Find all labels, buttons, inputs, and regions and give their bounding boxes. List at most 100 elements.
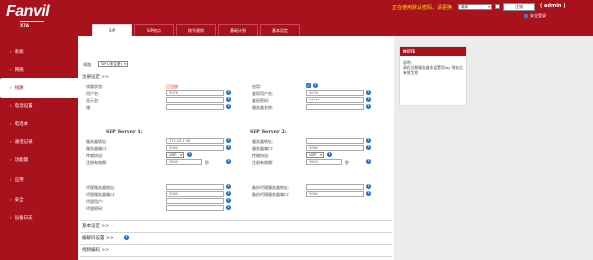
help-icon[interactable]: ?	[366, 97, 371, 102]
sidebar-item-phonebook[interactable]: › 电话本	[0, 114, 78, 134]
proxy-port-field[interactable]: 5060	[166, 191, 224, 197]
help-icon[interactable]: ?	[226, 205, 231, 210]
sidebar-item-applications[interactable]: › 应用	[0, 170, 78, 190]
sip2-port-field[interactable]: 5060	[306, 145, 364, 151]
server-name-label: 服务器名称:	[252, 105, 274, 110]
chevron-right-icon: ›	[10, 197, 12, 202]
divider	[80, 244, 392, 245]
chevron-right-icon: ›	[10, 157, 12, 162]
help-icon[interactable]: ?	[226, 184, 231, 189]
sidebar-item-system[interactable]: › 系统	[0, 42, 78, 62]
note-title: NOTE	[400, 47, 466, 56]
help-icon[interactable]: ?	[366, 191, 371, 196]
sip2-address-label: 服务器地址:	[252, 139, 274, 144]
username-label: 用户名:	[86, 91, 100, 96]
note-text: 请在注册服务器本设置项lay 保存后有效生效	[403, 65, 463, 75]
register-settings-header[interactable]: 注册设定 >>	[82, 74, 109, 80]
help-icon[interactable]: ?	[226, 198, 231, 203]
main-panel: 线路 SIP1(未注册) ▾ 注册设定 >> 线路状态: 已注册 用户名: 507…	[78, 36, 394, 260]
secure-login-toggle[interactable]: 安全登录	[524, 13, 546, 19]
sip1-port-field[interactable]: 5060	[166, 145, 224, 151]
proxy-address-label: 代理服务器地址:	[86, 185, 116, 190]
sidebar-item-label: 电话本	[14, 122, 29, 127]
sip2-port-label: 服务器端口:	[252, 146, 274, 151]
sidebar-item-function-keys[interactable]: › 功能键	[0, 150, 78, 170]
help-icon[interactable]: ?	[226, 90, 231, 95]
save-icon[interactable]	[495, 4, 500, 9]
divider	[80, 220, 392, 221]
tab-sip-hotspot[interactable]: SIP热点	[134, 24, 174, 36]
help-icon[interactable]: ?	[226, 191, 231, 196]
line-label: 线路	[83, 62, 91, 67]
help-icon[interactable]: ?	[366, 104, 371, 109]
sidebar-item-network[interactable]: › 网络	[0, 60, 78, 80]
sidebar-item-security[interactable]: › 安全	[0, 190, 78, 210]
help-icon[interactable]: ?	[366, 184, 371, 189]
proxy-user-field[interactable]	[166, 198, 224, 204]
sidebar-item-label: 线路	[14, 86, 24, 91]
sidebar-item-phone-settings[interactable]: › 电话设置	[0, 96, 78, 116]
help-icon[interactable]: ?	[226, 138, 231, 143]
help-icon[interactable]: ?	[366, 90, 371, 95]
codec-settings-header[interactable]: 编解码设置 >>	[82, 235, 113, 241]
realm-field[interactable]	[166, 104, 224, 110]
default-password-warning[interactable]: 正在使用默认密码，请更换	[392, 4, 452, 11]
help-icon[interactable]: ?	[226, 145, 231, 150]
help-icon[interactable]: ?	[366, 138, 371, 143]
sip2-transport-select[interactable]: UDP ▾	[306, 152, 324, 158]
logout-button[interactable]: 注销	[503, 3, 535, 11]
sidebar-item-call-log[interactable]: › 通话记录	[0, 132, 78, 152]
tab-sip[interactable]: SIP	[92, 24, 132, 36]
language-select[interactable]: 简体 ▾	[458, 4, 492, 10]
backup-proxy-port-label: 备份代理服务器端口:	[252, 192, 290, 197]
display-name-field[interactable]	[166, 97, 224, 103]
enable-checkbox[interactable]: ✓	[306, 83, 311, 88]
chevron-down-icon: ▾	[180, 153, 182, 157]
help-icon[interactable]: ?	[226, 104, 231, 109]
sip1-expires-unit: 秒	[205, 160, 209, 165]
secure-login-label: 安全登录	[530, 13, 546, 18]
sip1-address-field[interactable]: 172.16.1.36	[166, 138, 224, 144]
checkbox-icon[interactable]	[524, 14, 528, 18]
basic-settings-header[interactable]: 基本设定 >>	[82, 223, 109, 229]
chevron-right-icon: ›	[10, 85, 12, 90]
help-icon[interactable]: ?	[226, 97, 231, 102]
sip2-address-field[interactable]	[306, 138, 364, 144]
backup-proxy-port-field[interactable]: 5060	[306, 191, 364, 197]
auth-password-field[interactable]: •••••	[306, 97, 364, 103]
display-name-label: 显示名:	[86, 98, 100, 103]
sidebar-item-line[interactable]: › 线路	[0, 78, 80, 98]
auth-username-field[interactable]: 5076	[306, 90, 364, 96]
server-name-field[interactable]	[306, 104, 364, 110]
help-icon[interactable]: ?	[187, 152, 192, 157]
proxy-address-field[interactable]	[166, 184, 224, 190]
auth-username-label: 鉴权用户名:	[252, 91, 274, 96]
line-select[interactable]: SIP1(未注册) ▾	[98, 61, 128, 67]
language-value: 简体	[461, 5, 468, 9]
help-icon[interactable]: ?	[124, 235, 129, 240]
proxy-password-label: 代理密码:	[86, 206, 104, 211]
current-user: ( admin )	[540, 3, 566, 9]
sip1-expires-field[interactable]: 3600	[166, 159, 202, 165]
help-icon[interactable]: ?	[366, 145, 371, 150]
sip2-expires-field[interactable]: 3600	[306, 159, 342, 165]
chevron-right-icon: ›	[10, 67, 12, 72]
help-icon[interactable]: ?	[226, 159, 231, 164]
chevron-right-icon: ›	[10, 177, 12, 182]
sidebar-item-device-log[interactable]: › 设备日志	[0, 208, 78, 228]
help-icon[interactable]: ?	[313, 83, 318, 88]
proxy-password-field[interactable]	[166, 205, 224, 211]
chevron-down-icon: ▾	[320, 153, 322, 157]
backup-proxy-address-field[interactable]	[306, 184, 364, 190]
tab-dial-plan[interactable]: 拨号规则	[176, 24, 216, 36]
sip-server-2-title: SIP Server 2:	[250, 129, 287, 135]
tab-basic-settings[interactable]: 基本设定	[260, 24, 300, 36]
sip1-transport-select[interactable]: UDP ▾	[166, 152, 184, 158]
sip1-expires-label: 注册有效期:	[86, 160, 108, 165]
sidebar-item-label: 电话设置	[14, 104, 33, 109]
help-icon[interactable]: ?	[327, 152, 332, 157]
help-icon[interactable]: ?	[366, 159, 371, 164]
tab-basic-plan[interactable]: 基础计划	[218, 24, 258, 36]
video-codec-header[interactable]: 视频编码 >>	[82, 247, 109, 253]
username-field[interactable]: 5076	[166, 90, 224, 96]
